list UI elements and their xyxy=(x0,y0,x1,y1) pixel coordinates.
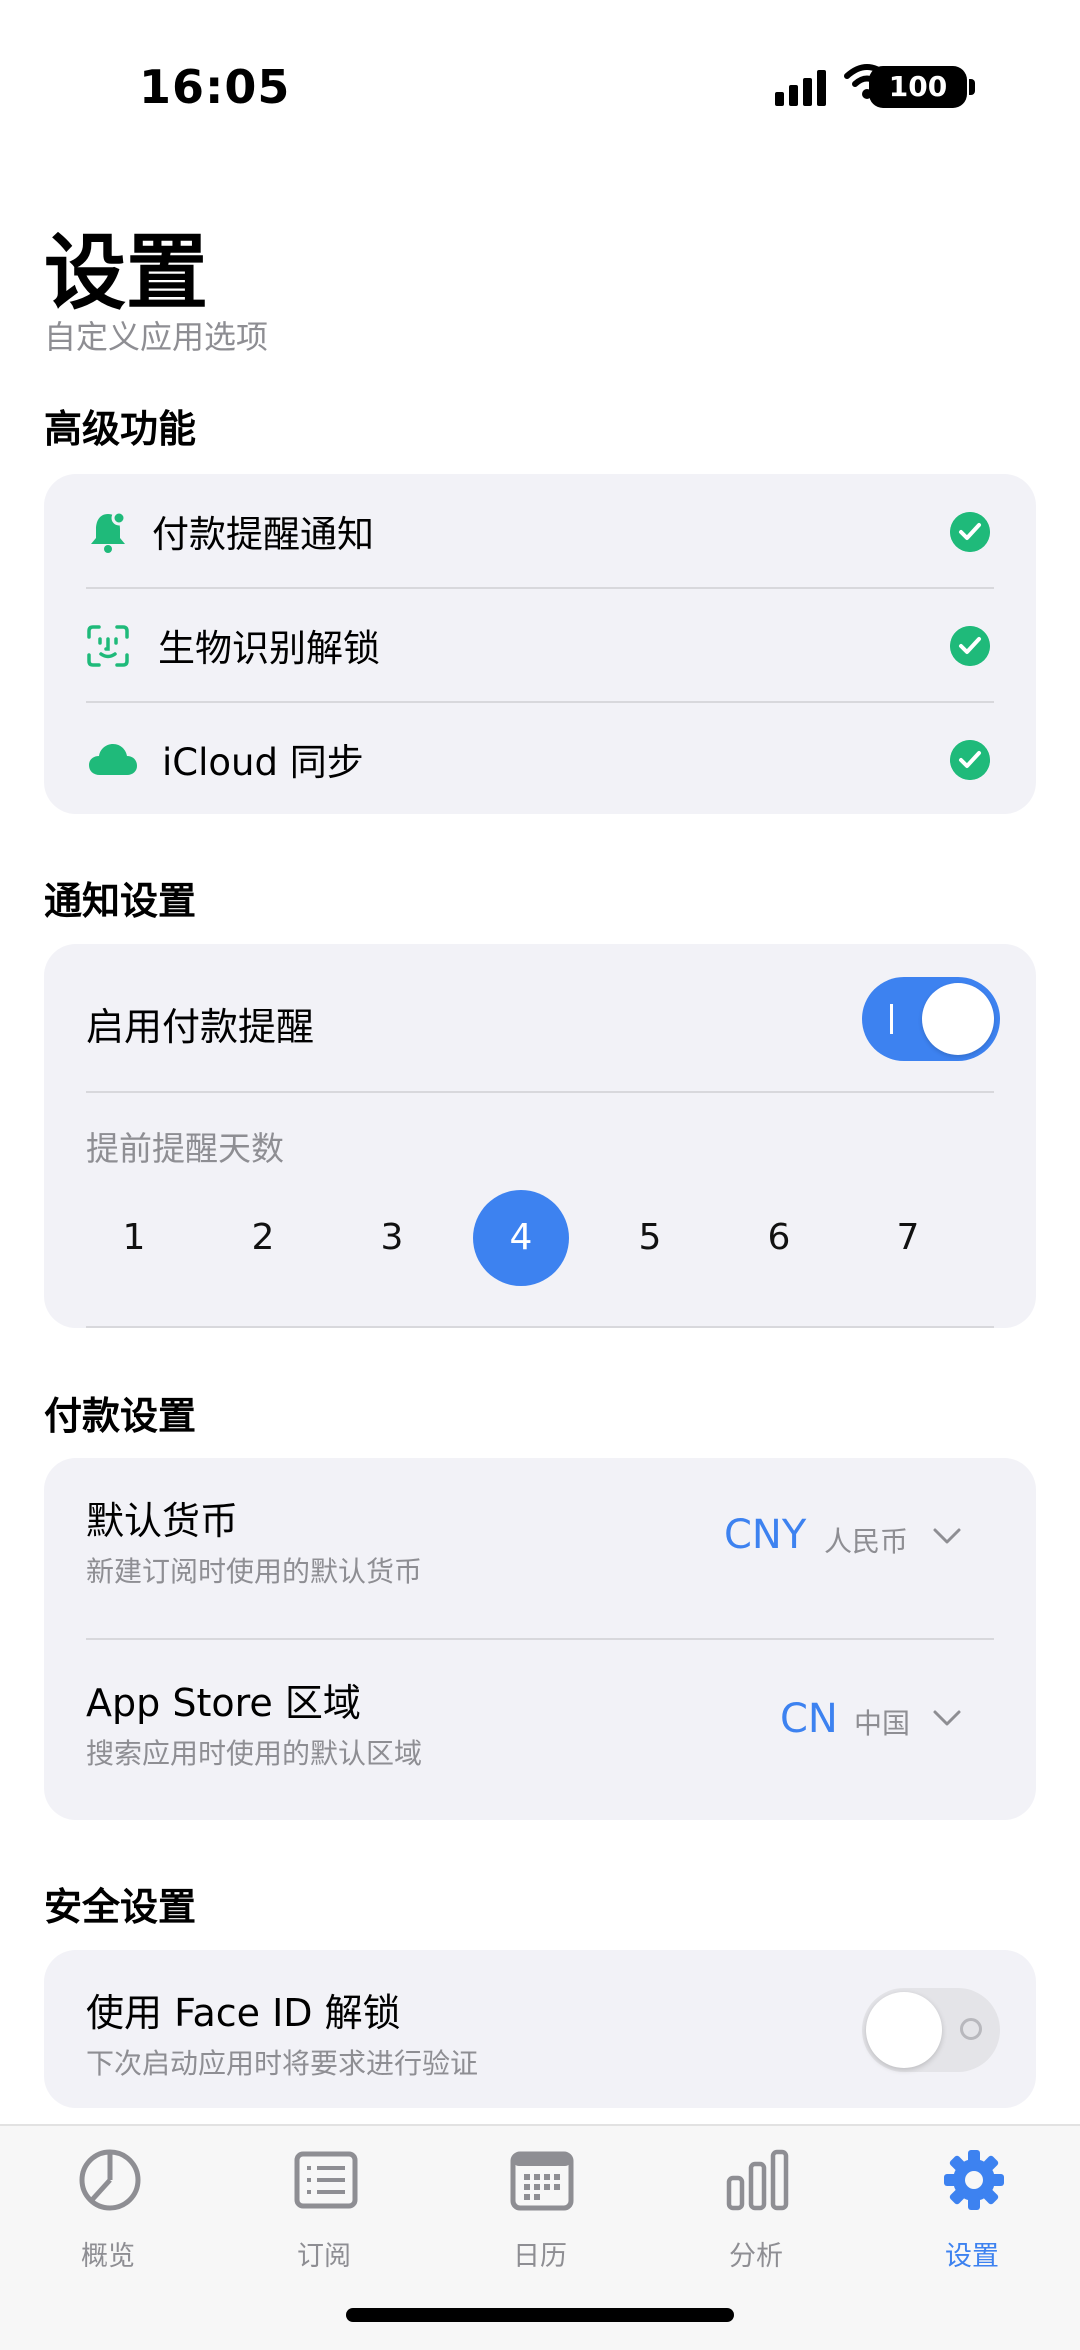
page-title: 设置 xyxy=(44,226,209,321)
check-icon xyxy=(950,626,990,666)
day-option-7[interactable]: 7 xyxy=(860,1190,956,1286)
tab-label: 订阅 xyxy=(297,2241,351,2272)
region-code: CN xyxy=(780,1696,838,1742)
home-indicator xyxy=(346,2308,734,2322)
list-icon xyxy=(294,2151,358,2209)
bar-chart-icon xyxy=(726,2149,789,2211)
check-icon xyxy=(950,512,990,552)
tab-label: 设置 xyxy=(945,2241,999,2272)
premium-heading: 高级功能 xyxy=(44,407,197,451)
cellular-signal-icon xyxy=(775,70,826,106)
currency-code: CNY xyxy=(724,1512,807,1558)
calendar-icon xyxy=(510,2151,574,2211)
currency-title: 默认货币 xyxy=(86,1499,239,1543)
region-title: App Store 区域 xyxy=(86,1681,361,1725)
currency-subtitle: 新建订阅时使用的默认货币 xyxy=(86,1555,423,1588)
premium-item-label: iCloud 同步 xyxy=(162,741,364,784)
tab-subscriptions[interactable]: 订阅 xyxy=(216,2126,432,2276)
battery-indicator: 100 xyxy=(869,66,977,108)
day-option-6[interactable]: 6 xyxy=(731,1190,827,1286)
premium-item-reminder: 付款提醒通知 xyxy=(44,474,1036,588)
chevron-down-icon xyxy=(933,1528,961,1544)
premium-item-label: 生物识别解锁 xyxy=(158,627,380,670)
chevron-down-icon xyxy=(933,1710,961,1726)
day-option-3[interactable]: 3 xyxy=(344,1190,440,1286)
tab-overview[interactable]: 概览 xyxy=(0,2126,216,2276)
day-option-1[interactable]: 1 xyxy=(86,1190,182,1286)
page-subtitle: 自定义应用选项 xyxy=(44,318,269,356)
pie-chart-icon xyxy=(79,2149,141,2211)
premium-item-icloud: iCloud 同步 xyxy=(44,702,1036,816)
cloud-icon xyxy=(89,744,137,775)
battery-level: 100 xyxy=(888,70,948,103)
security-card: 使用 Face ID 解锁 下次启动应用时将要求进行验证 xyxy=(44,1950,1036,2108)
enable-reminder-label: 启用付款提醒 xyxy=(86,1005,315,1049)
region-row[interactable]: App Store 区域 搜索应用时使用的默认区域 CN 中国 xyxy=(44,1640,1036,1820)
currency-name: 人民币 xyxy=(824,1525,909,1558)
payment-card: 默认货币 新建订阅时使用的默认货币 CNY 人民币 App Store 区域 搜… xyxy=(44,1458,1036,1820)
face-id-icon xyxy=(87,625,129,667)
day-option-5[interactable]: 5 xyxy=(602,1190,698,1286)
payment-heading: 付款设置 xyxy=(44,1394,197,1438)
tab-label: 概览 xyxy=(81,2241,135,2272)
notifications-heading: 通知设置 xyxy=(44,879,197,923)
region-subtitle: 搜索应用时使用的默认区域 xyxy=(86,1737,423,1770)
tab-analysis[interactable]: 分析 xyxy=(648,2126,864,2276)
bell-icon xyxy=(91,510,127,553)
status-time: 16:05 xyxy=(139,60,291,114)
faceid-title: 使用 Face ID 解锁 xyxy=(86,1991,401,2035)
premium-item-biometric: 生物识别解锁 xyxy=(44,588,1036,702)
premium-card: 付款提醒通知 生物识别解锁 iCloud 同步 xyxy=(44,474,1036,814)
enable-reminder-toggle[interactable] xyxy=(862,977,1000,1061)
day-option-2[interactable]: 2 xyxy=(215,1190,311,1286)
tab-label: 分析 xyxy=(729,2241,783,2272)
check-icon xyxy=(950,740,990,780)
tab-label: 日历 xyxy=(513,2241,567,2272)
security-heading: 安全设置 xyxy=(44,1885,197,1929)
faceid-subtitle: 下次启动应用时将要求进行验证 xyxy=(86,2047,479,2080)
gear-icon xyxy=(944,2150,1004,2210)
reminder-days-label: 提前提醒天数 xyxy=(86,1129,284,1168)
tab-settings[interactable]: 设置 xyxy=(864,2126,1080,2276)
region-name: 中国 xyxy=(854,1707,911,1740)
tab-calendar[interactable]: 日历 xyxy=(432,2126,648,2276)
faceid-toggle[interactable] xyxy=(862,1988,1000,2072)
day-option-4[interactable]: 4 xyxy=(473,1190,569,1286)
notifications-card: 启用付款提醒 提前提醒天数 1 2 3 4 5 6 7 xyxy=(44,944,1036,1328)
premium-item-label: 付款提醒通知 xyxy=(152,513,374,556)
currency-row[interactable]: 默认货币 新建订阅时使用的默认货币 CNY 人民币 xyxy=(44,1458,1036,1638)
